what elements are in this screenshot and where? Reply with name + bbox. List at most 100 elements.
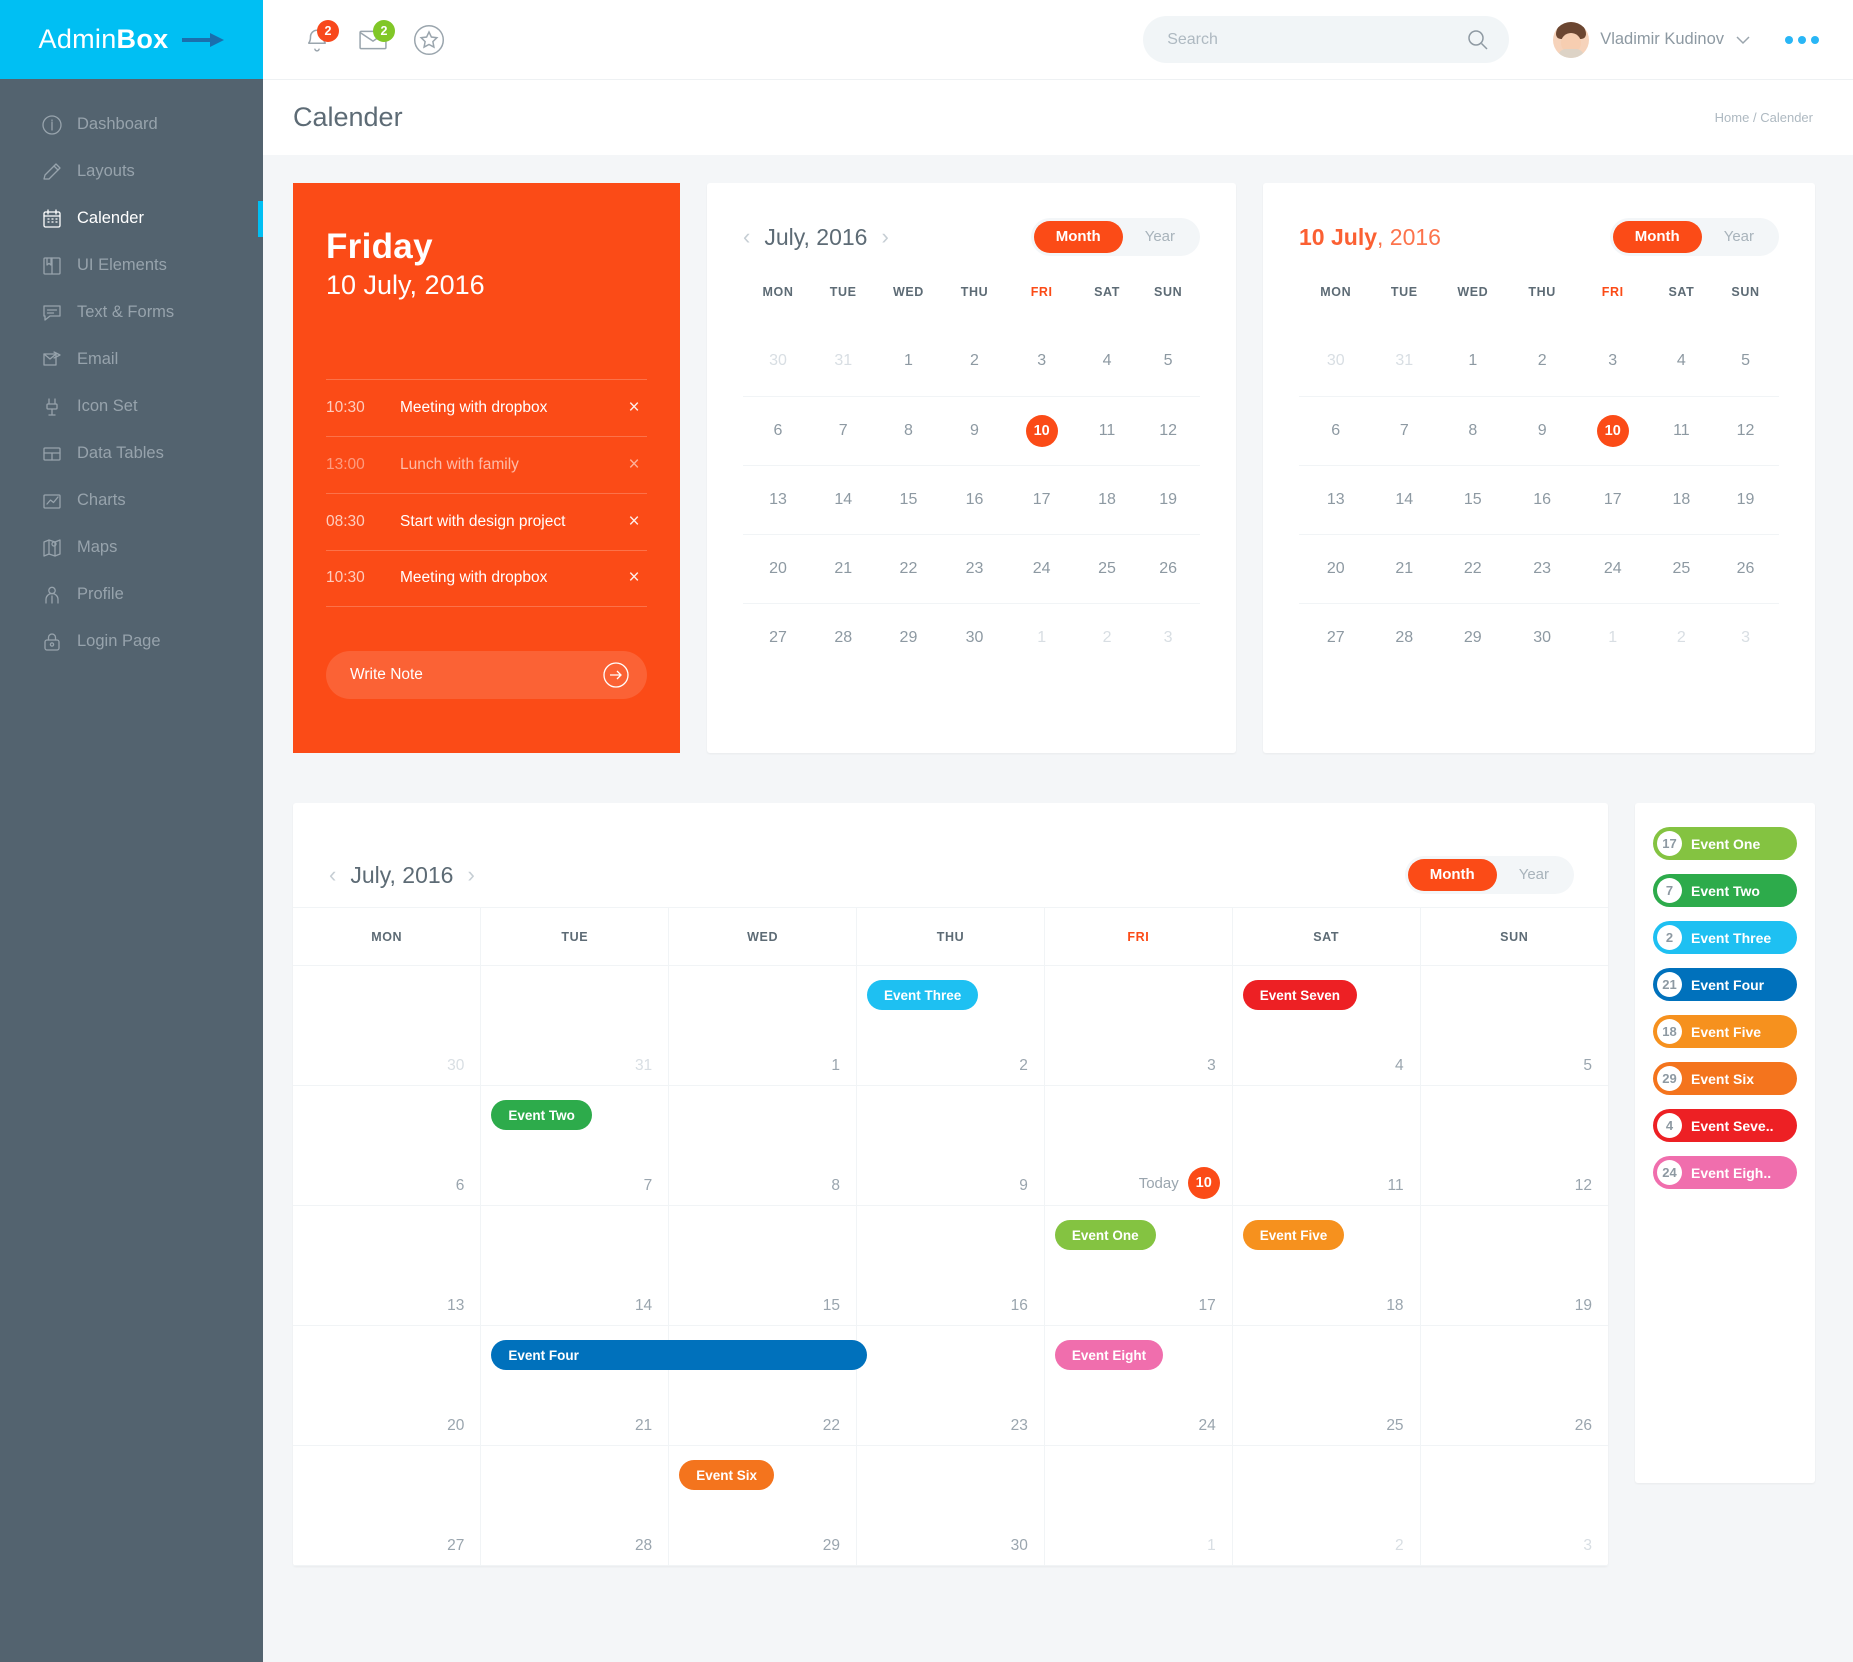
calendar-day-cell[interactable]: 7 <box>812 395 874 465</box>
calendar-day-cell[interactable]: Today 10 <box>1044 1085 1233 1206</box>
calendar-day-cell[interactable]: Event Three 2 <box>856 965 1045 1086</box>
calendar-day-cell[interactable]: 8 <box>873 395 944 465</box>
calendar-day-cell[interactable]: 21 <box>1372 533 1437 603</box>
calendar-day-cell[interactable]: 20 <box>293 1325 482 1446</box>
toggle-month[interactable]: Month <box>1407 859 1497 891</box>
calendar-day-cell[interactable]: 25 <box>1650 533 1713 603</box>
sidebar-item-email[interactable]: Email <box>0 336 263 383</box>
calendar-day-cell[interactable]: 3 <box>1136 602 1200 672</box>
toggle-month[interactable]: Month <box>1033 221 1123 253</box>
calendar-day-cell[interactable]: Event Seven 4 <box>1232 965 1421 1086</box>
close-icon[interactable]: × <box>621 454 647 476</box>
calendar-day-cell[interactable]: 28 <box>812 602 874 672</box>
calendar-day-cell[interactable]: 24 <box>1574 533 1651 603</box>
calendar-event-chip[interactable]: Event Six <box>679 1460 774 1490</box>
calendar-day-cell[interactable]: 11 <box>1077 395 1137 465</box>
calendar-day-cell[interactable]: 16 <box>943 464 1006 534</box>
legend-item[interactable]: 24 Event Eigh.. <box>1653 1156 1797 1189</box>
toggle-year[interactable]: Year <box>1497 859 1571 891</box>
calendar-day-cell[interactable]: 9 <box>943 395 1006 465</box>
calendar-day-cell[interactable]: 26 <box>1420 1325 1608 1446</box>
calendar-day-cell[interactable]: 30 <box>743 327 813 396</box>
more-options-button[interactable] <box>1785 35 1819 44</box>
calendar-day-cell[interactable]: 10 <box>1574 395 1651 465</box>
calendar-day-cell[interactable]: 3 <box>1712 602 1779 672</box>
calendar-day-cell[interactable]: 24 <box>1005 533 1078 603</box>
next-month-button[interactable]: › <box>467 862 474 888</box>
close-icon[interactable]: × <box>621 397 647 419</box>
calendar-day-cell[interactable]: 16 <box>856 1205 1045 1326</box>
search-icon[interactable] <box>1467 29 1489 51</box>
calendar-day-cell[interactable]: 3 <box>1006 327 1078 396</box>
calendar-day-cell[interactable]: 8 <box>668 1085 858 1206</box>
sidebar-item-ui-elements[interactable]: UI Elements <box>0 242 263 289</box>
calendar-event-chip[interactable]: Event Four <box>491 1340 868 1370</box>
next-month-button[interactable]: › <box>881 224 888 250</box>
favorites-button[interactable] <box>403 14 455 66</box>
calendar-day-cell[interactable]: 9 <box>856 1085 1045 1206</box>
calendar-day-cell[interactable]: 28 <box>1372 602 1437 672</box>
calendar-day-cell[interactable]: 20 <box>743 533 813 603</box>
prev-month-button[interactable]: ‹ <box>743 224 750 250</box>
calendar-day-cell[interactable]: 25 <box>1232 1325 1421 1446</box>
calendar-day-cell[interactable]: 10 <box>1005 395 1078 465</box>
day-event-row[interactable]: 13:00 Lunch with family × <box>326 435 647 493</box>
legend-item[interactable]: 17 Event One <box>1653 827 1797 860</box>
calendar-day-cell[interactable]: 2 <box>943 327 1005 396</box>
calendar-day-cell[interactable]: Event Five 18 <box>1232 1205 1421 1326</box>
close-icon[interactable]: × <box>621 567 647 589</box>
calendar-day-cell[interactable]: Event Eight 24 <box>1044 1325 1233 1446</box>
toggle-month[interactable]: Month <box>1612 221 1702 253</box>
legend-item[interactable]: 21 Event Four <box>1653 968 1797 1001</box>
breadcrumb-home[interactable]: Home <box>1715 110 1750 125</box>
calendar-day-cell[interactable]: Event Four 21 <box>480 1325 868 1446</box>
calendar-day-cell[interactable]: Event Six 29 <box>668 1445 858 1566</box>
calendar-day-cell[interactable]: 30 <box>293 965 482 1086</box>
sidebar-item-profile[interactable]: Profile <box>0 571 263 618</box>
calendar-day-cell[interactable]: 25 <box>1077 533 1137 603</box>
today-marker[interactable]: 10 <box>1187 1167 1220 1199</box>
calendar-day-cell[interactable]: 22 <box>1436 533 1510 603</box>
calendar-day-cell[interactable]: 6 <box>1299 395 1373 465</box>
calendar-day-cell[interactable]: 6 <box>743 395 813 465</box>
sidebar-item-dashboard[interactable]: Dashboard <box>0 101 263 148</box>
calendar-day-cell[interactable]: 2 <box>1232 1445 1421 1566</box>
calendar-day-cell[interactable]: 29 <box>873 602 944 672</box>
calendar-day-cell[interactable]: 30 <box>1509 602 1575 672</box>
sidebar-item-data-tables[interactable]: Data Tables <box>0 430 263 477</box>
calendar-day-cell[interactable]: 1 <box>668 965 858 1086</box>
calendar-day-cell[interactable]: 5 <box>1136 327 1200 396</box>
calendar-day-cell[interactable]: 1 <box>1436 327 1509 396</box>
calendar-day-cell[interactable]: 14 <box>812 464 874 534</box>
calendar-event-chip[interactable]: Event Five <box>1242 1220 1345 1250</box>
day-event-row[interactable]: 10:30 Meeting with dropbox × <box>326 378 647 436</box>
calendar-day-cell[interactable]: 27 <box>293 1445 482 1566</box>
sidebar-item-charts[interactable]: Charts <box>0 477 263 524</box>
calendar-day-cell[interactable]: 13 <box>1299 464 1373 534</box>
calendar-day-cell[interactable]: 9 <box>1509 395 1575 465</box>
calendar-day-cell[interactable]: 17 <box>1574 464 1651 534</box>
calendar-day-cell[interactable]: Event One 17 <box>1044 1205 1233 1326</box>
calendar-day-cell[interactable]: 31 <box>1372 327 1436 396</box>
toggle-year[interactable]: Year <box>1123 221 1197 253</box>
calendar-day-cell[interactable]: 13 <box>743 464 813 534</box>
today-cell-marker[interactable]: Today 10 <box>1139 1167 1220 1199</box>
calendar-day-cell[interactable]: 1 <box>1005 602 1078 672</box>
calendar-day-cell[interactable]: 2 <box>1510 327 1575 396</box>
calendar-day-cell[interactable]: 13 <box>293 1205 482 1326</box>
calendar-day-cell[interactable]: 29 <box>1436 602 1510 672</box>
calendar-day-cell[interactable]: 15 <box>668 1205 858 1326</box>
calendar-day-cell[interactable]: 5 <box>1420 965 1608 1086</box>
sidebar-item-maps[interactable]: Maps <box>0 524 263 571</box>
mini-right-view-toggle[interactable]: Month Year <box>1609 218 1779 256</box>
calendar-day-cell[interactable]: 4 <box>1078 327 1136 396</box>
day-event-row[interactable]: 10:30 Meeting with dropbox × <box>326 549 647 607</box>
calendar-day-cell[interactable]: 30 <box>943 602 1006 672</box>
calendar-day-cell[interactable]: 23 <box>856 1325 1045 1446</box>
search-input[interactable] <box>1167 30 1468 49</box>
legend-item[interactable]: 7 Event Two <box>1653 874 1797 907</box>
calendar-day-cell[interactable]: 18 <box>1650 464 1713 534</box>
calendar-day-cell[interactable]: 23 <box>1509 533 1575 603</box>
calendar-day-cell[interactable]: 30 <box>856 1445 1045 1566</box>
sidebar-item-icon-set[interactable]: Icon Set <box>0 383 263 430</box>
